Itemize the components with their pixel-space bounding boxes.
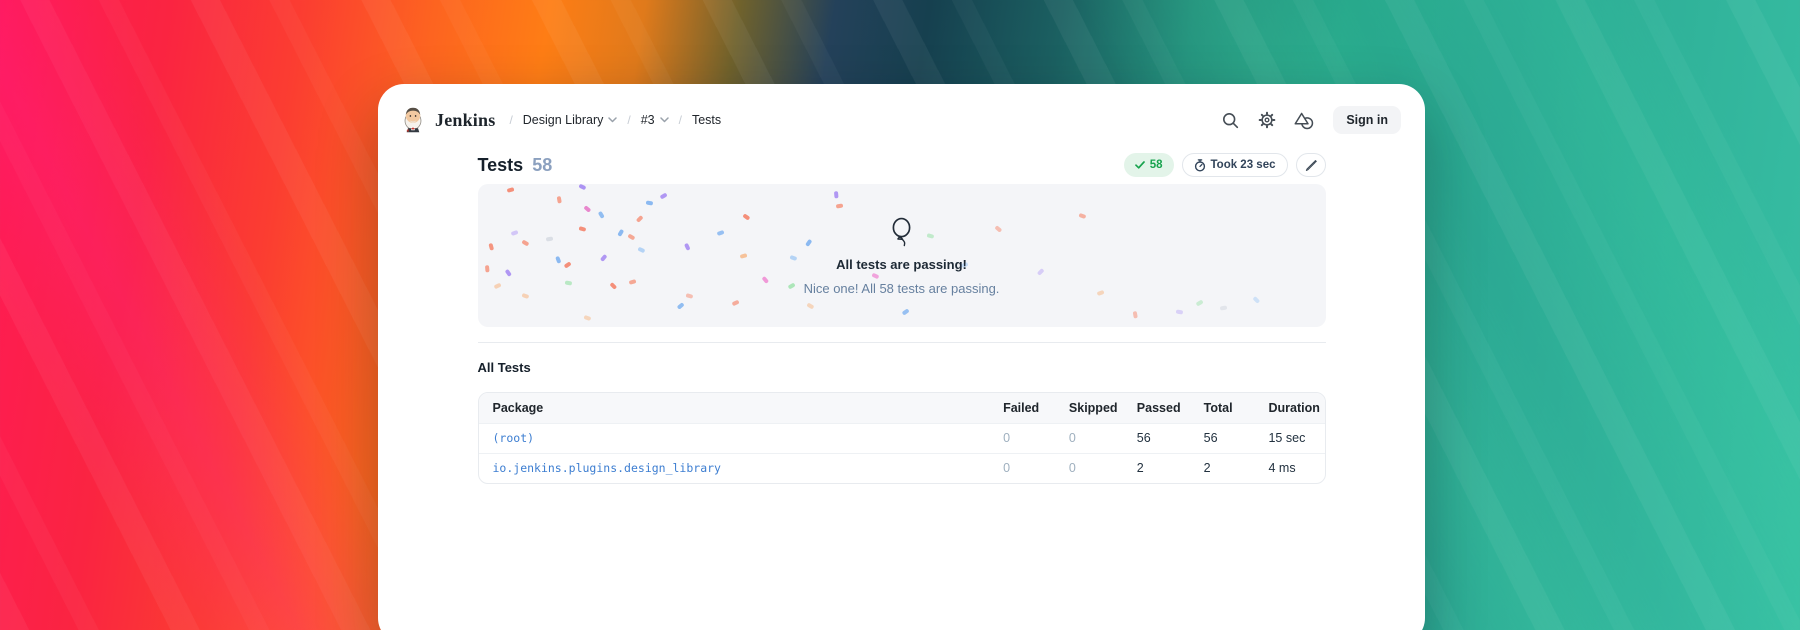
passed-count-label: 58 <box>1149 159 1163 171</box>
page-title-count: 58 <box>532 154 553 175</box>
stopwatch-icon <box>1194 158 1205 172</box>
passed-cell: 56 <box>1136 422 1204 453</box>
breadcrumb: / Design Library / #3 / Tests <box>509 113 721 127</box>
app-window: Jenkins / Design Library / #3 / Tests Si… <box>378 84 1425 630</box>
jenkins-butler-logo-icon <box>400 103 426 138</box>
column-header-failed: Failed <box>1003 393 1069 423</box>
jenkins-home-link[interactable]: Jenkins <box>400 103 495 138</box>
skipped-cell: 0 <box>1068 422 1137 453</box>
page-content: Tests 58 58 Took 23 sec All tests are pa… <box>477 149 1326 484</box>
column-header-duration: Duration <box>1268 393 1325 423</box>
pencil-icon <box>1305 160 1317 171</box>
banner-heading: All tests are passing! <box>836 256 967 272</box>
breadcrumb-item-design-library[interactable]: Design Library <box>523 113 618 127</box>
column-header-passed: Passed <box>1136 393 1204 423</box>
passed-count-badge: 58 <box>1123 153 1174 177</box>
banner-subheading: Nice one! All 58 tests are passing. <box>803 280 1000 296</box>
header-actions: Sign in <box>1217 106 1401 134</box>
package-link[interactable]: io.jenkins.plugins.design_library <box>493 461 721 475</box>
chevron-down-icon <box>608 117 618 123</box>
column-header-total: Total <box>1203 393 1269 423</box>
duration-cell: 15 sec <box>1268 422 1325 453</box>
column-header-skipped: Skipped <box>1068 393 1137 423</box>
breadcrumb-separator: / <box>509 113 513 127</box>
page-title-group: Tests 58 <box>478 155 553 176</box>
page-title: Tests <box>477 154 524 175</box>
breadcrumb-separator: / <box>678 113 682 127</box>
sign-in-button[interactable]: Sign in <box>1333 106 1401 134</box>
breadcrumb-label: #3 <box>640 113 655 127</box>
breadcrumb-label: Tests <box>691 113 722 127</box>
total-cell: 56 <box>1203 422 1269 453</box>
column-header-package: Package <box>478 393 1004 423</box>
settings-gear-icon[interactable] <box>1254 107 1280 133</box>
shapes-icon[interactable] <box>1291 107 1317 133</box>
all-tests-heading: All Tests <box>477 360 531 375</box>
section-divider <box>477 342 1326 343</box>
breadcrumb-separator: / <box>627 113 631 127</box>
duration-label: Took 23 sec <box>1210 159 1276 171</box>
chevron-down-icon <box>659 117 669 123</box>
failed-cell: 0 <box>1003 422 1069 453</box>
page-title-row: Tests 58 58 Took 23 sec <box>478 149 1326 181</box>
balloon-icon <box>892 217 911 246</box>
check-icon <box>1134 161 1145 169</box>
banner-message: All tests are passing! Nice one! All 58 … <box>478 184 1326 327</box>
total-cell: 2 <box>1203 452 1269 483</box>
desktop-background: { "app": { "brand": "Jenkins" }, "header… <box>0 0 1800 630</box>
skipped-cell: 0 <box>1068 452 1137 483</box>
app-header: Jenkins / Design Library / #3 / Tests Si… <box>378 84 1425 136</box>
summary-badges: 58 Took 23 sec <box>1123 153 1326 177</box>
tests-table: Package Failed Skipped Passed Total Dura… <box>477 392 1326 484</box>
passed-cell: 2 <box>1136 452 1204 483</box>
duration-badge: Took 23 sec <box>1181 153 1288 177</box>
header-left: Jenkins / Design Library / #3 / Tests <box>400 103 721 138</box>
tests-passing-banner: All tests are passing! Nice one! All 58 … <box>477 184 1326 327</box>
breadcrumb-item-tests[interactable]: Tests <box>692 113 721 127</box>
breadcrumb-label: Design Library <box>522 113 604 127</box>
search-icon[interactable] <box>1217 107 1243 133</box>
brand-wordmark: Jenkins <box>435 109 496 130</box>
duration-cell: 4 ms <box>1268 452 1325 483</box>
breadcrumb-item-build-3[interactable]: #3 <box>641 113 669 127</box>
table-row: io.jenkins.plugins.design_library 0 0 2 … <box>478 452 1325 483</box>
edit-button[interactable] <box>1295 153 1326 177</box>
table-header-row: Package Failed Skipped Passed Total Dura… <box>478 393 1325 423</box>
failed-cell: 0 <box>1003 452 1069 483</box>
table-row: (root) 0 0 56 56 15 sec <box>478 422 1325 453</box>
package-link[interactable]: (root) <box>493 431 535 445</box>
